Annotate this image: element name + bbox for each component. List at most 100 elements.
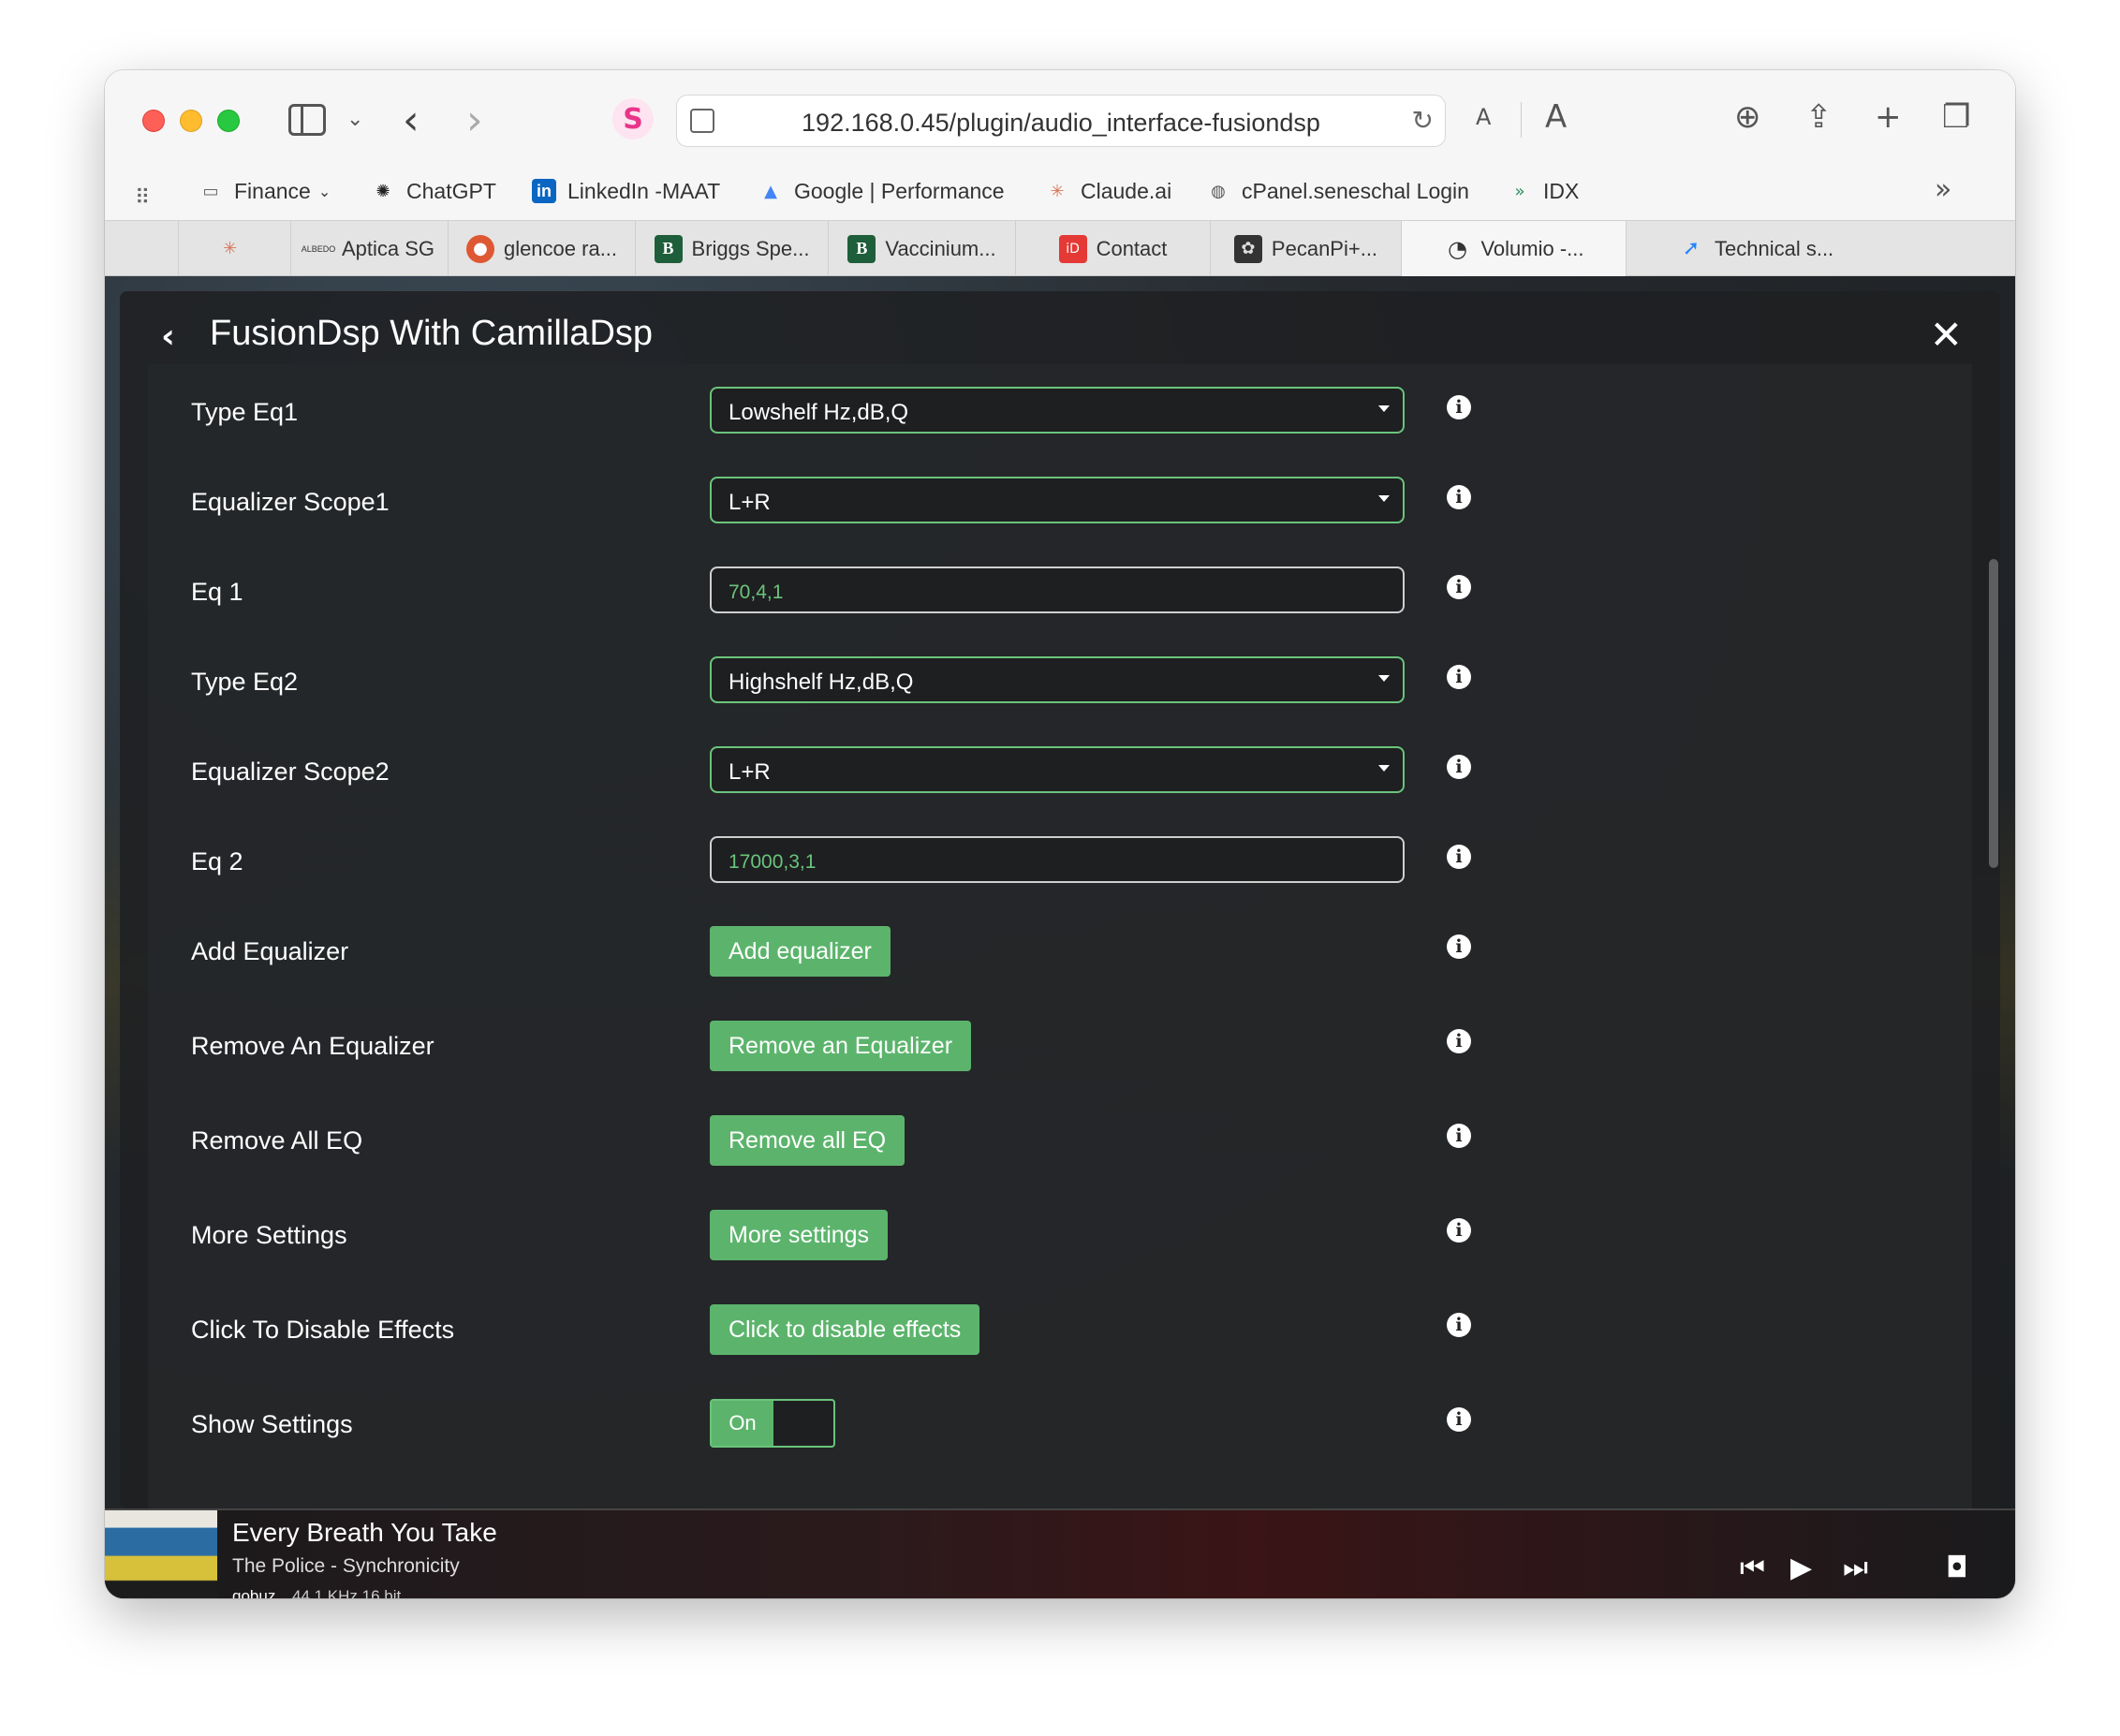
show-settings-toggle[interactable]: On xyxy=(710,1399,835,1448)
claude-icon: ✳ xyxy=(1050,181,1065,201)
decrease-font-button[interactable]: A xyxy=(1476,104,1491,130)
type-eq2-select[interactable]: Highshelf Hz,dB,Q xyxy=(710,656,1405,703)
reload-icon[interactable]: ↻ xyxy=(1412,105,1434,136)
pecanpi-icon: ✿ xyxy=(1233,234,1262,263)
bookmark-claude[interactable]: ✳ Claude.ai xyxy=(1045,171,1171,211)
info-icon[interactable]: i xyxy=(1447,1407,1471,1432)
info-icon[interactable]: i xyxy=(1447,1029,1471,1053)
add-equalizer-button[interactable]: Add equalizer xyxy=(710,926,891,977)
bookmark-label: Finance xyxy=(234,178,311,203)
setting-label: Click To Disable Effects xyxy=(191,1316,455,1344)
close-window-button[interactable] xyxy=(142,110,165,132)
new-tab-icon[interactable]: + xyxy=(1875,98,1902,136)
tab-pecanpi[interactable]: ✿ PecanPi+... xyxy=(1210,221,1401,276)
bookmark-label: LinkedIn -MAAT xyxy=(567,178,721,203)
tab-label: glencoe ra... xyxy=(503,236,618,260)
info-icon[interactable]: i xyxy=(1447,934,1471,959)
select-value: Highshelf Hz,dB,Q xyxy=(729,669,914,695)
equalizer-scope2-select[interactable]: L+R xyxy=(710,746,1405,793)
info-icon[interactable]: i xyxy=(1447,575,1471,599)
scrollbar-thumb[interactable] xyxy=(1989,559,1998,868)
extension-s-icon[interactable]: S xyxy=(612,98,654,140)
info-icon[interactable]: i xyxy=(1447,1124,1471,1148)
bookmark-chatgpt[interactable]: ✺ ChatGPT xyxy=(371,171,496,211)
caret-down-icon xyxy=(1378,675,1390,682)
address-bar[interactable]: 192.168.0.45/plugin/audio_interface-fusi… xyxy=(676,95,1446,147)
jira-icon: ➚ xyxy=(1682,237,1700,260)
more-bookmarks-icon[interactable]: » xyxy=(1935,173,1951,206)
speaker-icon[interactable]: ◘ xyxy=(1946,1552,1968,1584)
idx-icon: » xyxy=(1514,181,1525,201)
type-eq1-select[interactable]: Lowshelf Hz,dB,Q xyxy=(710,387,1405,434)
bookmark-cpanel[interactable]: ◍ cPanel.seneschal Login xyxy=(1206,171,1469,211)
tab-aptica[interactable]: ALBEDO Aptica SG xyxy=(290,221,448,276)
remove-all-eq-button[interactable]: Remove all EQ xyxy=(710,1115,905,1166)
setting-label: Equalizer Scope1 xyxy=(191,488,390,516)
tab-volumio[interactable]: ◔ Volumio -... xyxy=(1401,221,1626,276)
folder-icon: ▭ xyxy=(202,181,219,201)
caret-down-icon xyxy=(1378,495,1390,502)
info-icon[interactable]: i xyxy=(1447,755,1471,779)
tab-vaccinium[interactable]: B Vaccinium... xyxy=(828,221,1015,276)
input-value: 17000,3,1 xyxy=(729,851,817,873)
info-icon[interactable]: i xyxy=(1447,1313,1471,1337)
url-text[interactable]: 192.168.0.45/plugin/audio_interface-fusi… xyxy=(677,109,1445,138)
next-track-icon[interactable]: ⏭ xyxy=(1843,1552,1868,1584)
back-arrow-icon[interactable]: ‹ xyxy=(403,96,420,144)
caret-down-icon xyxy=(1378,765,1390,772)
bookmark-label: IDX xyxy=(1543,178,1580,203)
tab-briggs[interactable]: B Briggs Spe... xyxy=(635,221,828,276)
more-settings-button[interactable]: More settings xyxy=(710,1210,889,1260)
track-title[interactable]: Every Breath You Take xyxy=(232,1518,497,1548)
minimize-window-button[interactable] xyxy=(180,110,202,132)
tab-glencoe[interactable]: ● glencoe ra... xyxy=(448,221,635,276)
setting-label: Eq 2 xyxy=(191,847,243,875)
increase-font-button[interactable]: A xyxy=(1545,98,1567,136)
equalizer-scope1-select[interactable]: L+R xyxy=(710,477,1405,523)
setting-label: Eq 1 xyxy=(191,578,243,606)
apps-grid-icon[interactable]: ⠿ xyxy=(135,186,150,210)
zoom-window-button[interactable] xyxy=(217,110,240,132)
info-icon[interactable]: i xyxy=(1447,485,1471,509)
info-icon[interactable]: i xyxy=(1447,1218,1471,1243)
share-icon[interactable]: ⇪ xyxy=(1805,98,1833,136)
bookmark-label: ChatGPT xyxy=(406,178,496,203)
setting-label: Equalizer Scope2 xyxy=(191,758,390,786)
play-icon[interactable]: ▶ xyxy=(1790,1552,1812,1584)
setting-label: Remove All EQ xyxy=(191,1126,363,1155)
bookmark-finance[interactable]: ▭ Finance ⌄ xyxy=(199,171,331,211)
chevron-down-icon[interactable]: ⌄ xyxy=(346,108,363,131)
openai-icon: ✺ xyxy=(375,181,390,201)
bookmark-idx[interactable]: » IDX xyxy=(1508,171,1579,211)
google-ads-icon: ▲ xyxy=(764,181,777,201)
download-icon[interactable]: ⊕ xyxy=(1734,98,1761,136)
disable-effects-button[interactable]: Click to disable effects xyxy=(710,1304,980,1355)
tab-label: Technical s... xyxy=(1715,236,1834,260)
bookmark-label: cPanel.seneschal Login xyxy=(1242,178,1469,203)
forward-arrow-icon[interactable]: › xyxy=(466,96,483,144)
bookmark-google-performance[interactable]: ▲ Google | Performance xyxy=(758,171,1005,211)
remove-equalizer-button[interactable]: Remove an Equalizer xyxy=(710,1021,972,1071)
sidebar-toggle-icon[interactable] xyxy=(288,104,326,136)
settings-panel: Type Eq1 Lowshelf Hz,dB,Q i Equalizer Sc… xyxy=(148,364,1972,1508)
tab-contact[interactable]: iD Contact xyxy=(1015,221,1210,276)
eq2-input[interactable]: 17000,3,1 xyxy=(710,836,1405,883)
tab-label: Briggs Spe... xyxy=(691,236,810,260)
info-icon[interactable]: i xyxy=(1447,395,1471,419)
tab-spacer xyxy=(133,221,152,276)
aptica-icon: ALBEDO xyxy=(301,243,336,254)
close-icon[interactable]: ✕ xyxy=(1930,312,1963,358)
info-icon[interactable]: i xyxy=(1447,665,1471,689)
back-chevron-icon[interactable]: ‹ xyxy=(161,317,175,356)
info-icon[interactable]: i xyxy=(1447,845,1471,869)
tab-claude[interactable]: ✳ xyxy=(178,221,290,276)
bookmark-linkedin[interactable]: in LinkedIn -MAAT xyxy=(532,171,720,211)
tab-technical[interactable]: ➚ Technical s... xyxy=(1626,221,2015,276)
tab-overview-icon[interactable]: ❐ xyxy=(1942,98,1970,136)
page-content: ‹ FusionDsp With CamillaDsp ✕ Type Eq1 L… xyxy=(105,276,2015,1598)
album-art[interactable] xyxy=(105,1510,217,1598)
browser-toolbar: ⌄ ‹ › S 192.168.0.45/plugin/audio_interf… xyxy=(105,70,2015,164)
track-artist-album[interactable]: The Police - Synchronicity xyxy=(232,1555,460,1578)
previous-track-icon[interactable]: ⏮ xyxy=(1740,1552,1765,1584)
eq1-input[interactable]: 70,4,1 xyxy=(710,566,1405,613)
